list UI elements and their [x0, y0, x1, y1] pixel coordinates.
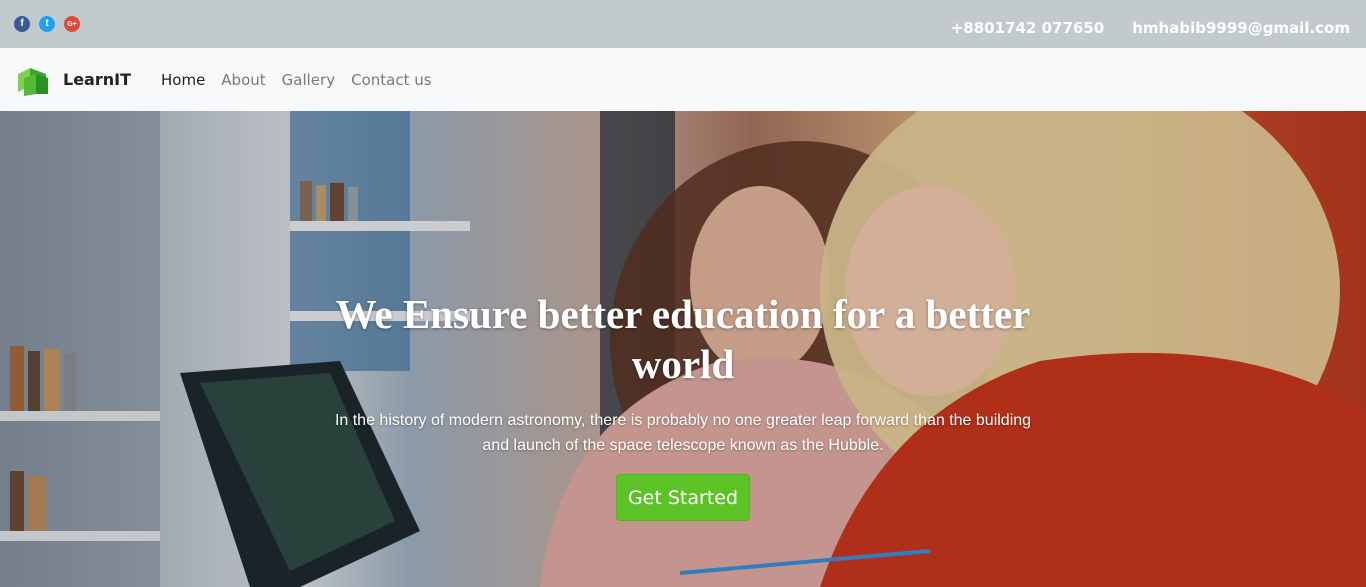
- phone-number: +8801742 077650: [950, 19, 1105, 37]
- top-bar: f t G+ +8801742 077650 hmhabib9999@gmail…: [0, 0, 1366, 48]
- facebook-icon[interactable]: f: [14, 16, 30, 32]
- contact-info: +8801742 077650 hmhabib9999@gmail.com: [951, 19, 1350, 37]
- get-started-button[interactable]: Get Started: [616, 474, 750, 521]
- nav-contact-us[interactable]: Contact us: [351, 71, 431, 89]
- brand[interactable]: LearnIT: [16, 64, 131, 96]
- hero-title: We Ensure better education for a better …: [335, 291, 1031, 387]
- social-links: f t G+: [14, 16, 80, 32]
- logo-icon: [18, 67, 48, 96]
- hero-section: We Ensure better education for a better …: [0, 111, 1366, 587]
- navbar: LearnIT Home About Gallery Contact us: [0, 48, 1366, 111]
- nav-about[interactable]: About: [221, 71, 265, 89]
- brand-name: LearnIT: [63, 70, 131, 89]
- hero-description: In the history of modern astronomy, ther…: [334, 412, 1032, 454]
- nav-home[interactable]: Home: [161, 71, 205, 89]
- nav-gallery[interactable]: Gallery: [282, 71, 335, 89]
- google-plus-icon[interactable]: G+: [64, 16, 80, 32]
- twitter-icon[interactable]: t: [39, 16, 55, 32]
- main-nav: Home About Gallery Contact us: [161, 71, 432, 89]
- email-address[interactable]: hmhabib9999@gmail.com: [1132, 19, 1350, 37]
